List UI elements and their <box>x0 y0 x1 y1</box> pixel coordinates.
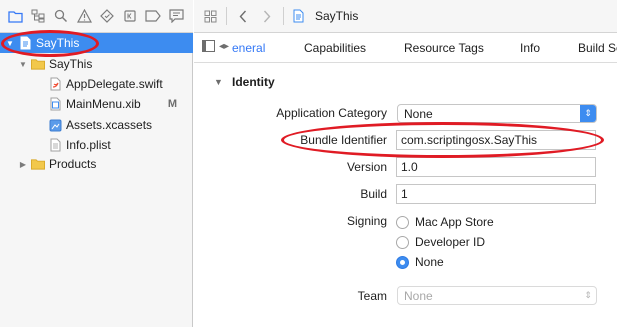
radio-button[interactable] <box>396 215 409 229</box>
build-label: Build <box>360 187 387 201</box>
signing-option-developer-id[interactable]: Developer ID <box>396 235 485 249</box>
team-label: Team <box>357 289 387 303</box>
radio-label: Developer ID <box>415 235 486 249</box>
tree-item-file[interactable]: MainMenu.xib M <box>0 94 193 114</box>
hierarchy-icon[interactable] <box>27 5 49 27</box>
radio-button[interactable] <box>396 235 409 249</box>
xib-file-icon <box>48 96 62 112</box>
search-icon[interactable] <box>50 5 72 27</box>
tree-item-group[interactable]: ▶ Products <box>0 154 193 174</box>
forward-arrow-icon[interactable] <box>255 4 279 28</box>
tab-scroll-icon[interactable]: ◂▸ <box>219 41 229 52</box>
app-category-label: Application Category <box>276 106 387 120</box>
disclosure-closed-icon[interactable]: ▶ <box>18 159 28 169</box>
navigator-toolbar <box>0 0 193 33</box>
tree-item-file[interactable]: Assets.xcassets <box>0 115 193 135</box>
tab-info[interactable]: Info <box>520 41 540 55</box>
signing-option-none[interactable]: None <box>396 255 444 269</box>
app-category-select[interactable]: None ⇕ <box>397 104 597 123</box>
build-field[interactable]: 1 <box>396 184 596 204</box>
debug-icon[interactable] <box>119 5 141 27</box>
tab-general[interactable]: eneral <box>232 41 265 55</box>
tree-item-group[interactable]: ▼ SayThis <box>0 54 193 74</box>
app-category-value: None <box>404 107 433 121</box>
project-icon <box>18 35 32 51</box>
folder-icon <box>31 156 45 172</box>
section-title: Identity <box>232 75 275 89</box>
tree-item-file[interactable]: AppDelegate.swift <box>0 74 193 94</box>
select-stepper-icon: ⇕ <box>580 105 596 122</box>
bundle-id-label: Bundle Identifier <box>300 133 387 147</box>
radio-button-selected[interactable] <box>396 255 409 269</box>
divider <box>283 7 284 25</box>
sidebar-toggle-icon[interactable] <box>202 40 215 55</box>
tree-item-label: Assets.xcassets <box>66 118 153 132</box>
test-icon[interactable] <box>96 5 118 27</box>
bundle-id-field[interactable]: com.scriptingosx.SayThis <box>396 130 596 150</box>
signing-label: Signing <box>346 214 387 228</box>
tab-build-settings[interactable]: Build Se <box>578 41 617 55</box>
tree-item-file[interactable]: Info.plist <box>0 135 193 155</box>
tree-item-project[interactable]: ▼ SayThis <box>0 33 193 53</box>
assets-icon <box>48 117 62 133</box>
tree-item-label: AppDelegate.swift <box>66 77 163 91</box>
warning-icon[interactable] <box>73 5 95 27</box>
grid-icon[interactable] <box>198 4 222 28</box>
divider <box>226 7 227 25</box>
section-disclosure-icon[interactable]: ▼ <box>214 77 223 87</box>
version-label: Version <box>346 160 387 174</box>
folder-icon[interactable] <box>4 5 26 27</box>
plist-file-icon <box>48 137 62 153</box>
tree-item-label: MainMenu.xib <box>66 97 141 111</box>
project-icon <box>291 8 305 24</box>
breakpoint-icon[interactable] <box>142 5 164 27</box>
disclosure-open-icon[interactable]: ▼ <box>5 38 15 48</box>
tree-item-label: Products <box>49 157 97 171</box>
jump-bar-title[interactable]: SayThis <box>315 9 358 23</box>
report-icon[interactable] <box>165 5 187 27</box>
back-arrow-icon[interactable] <box>231 4 255 28</box>
jump-bar: SayThis <box>194 0 617 33</box>
tree-item-label: Info.plist <box>66 138 111 152</box>
team-value: None <box>404 289 433 303</box>
team-select[interactable]: None ⇕ <box>397 286 597 305</box>
modified-badge: M <box>167 98 177 110</box>
editor-tab-bar: ◂▸ eneral Capabilities Resource Tags Inf… <box>194 33 617 63</box>
project-navigator: ▼ SayThis ▼ SayThis AppDelegate.swift Ma… <box>0 33 193 327</box>
signing-option-mac-app-store[interactable]: Mac App Store <box>396 215 494 229</box>
swift-file-icon <box>48 76 62 92</box>
version-field[interactable]: 1.0 <box>396 157 596 177</box>
tree-item-label: SayThis <box>49 57 93 71</box>
radio-label: Mac App Store <box>415 215 494 229</box>
tab-resource-tags[interactable]: Resource Tags <box>404 41 484 55</box>
select-stepper-icon: ⇕ <box>584 290 592 300</box>
tree-item-label: SayThis <box>36 36 80 50</box>
radio-label: None <box>415 255 444 269</box>
tab-capabilities[interactable]: Capabilities <box>304 41 366 55</box>
folder-icon <box>31 56 45 72</box>
disclosure-open-icon[interactable]: ▼ <box>18 59 28 69</box>
